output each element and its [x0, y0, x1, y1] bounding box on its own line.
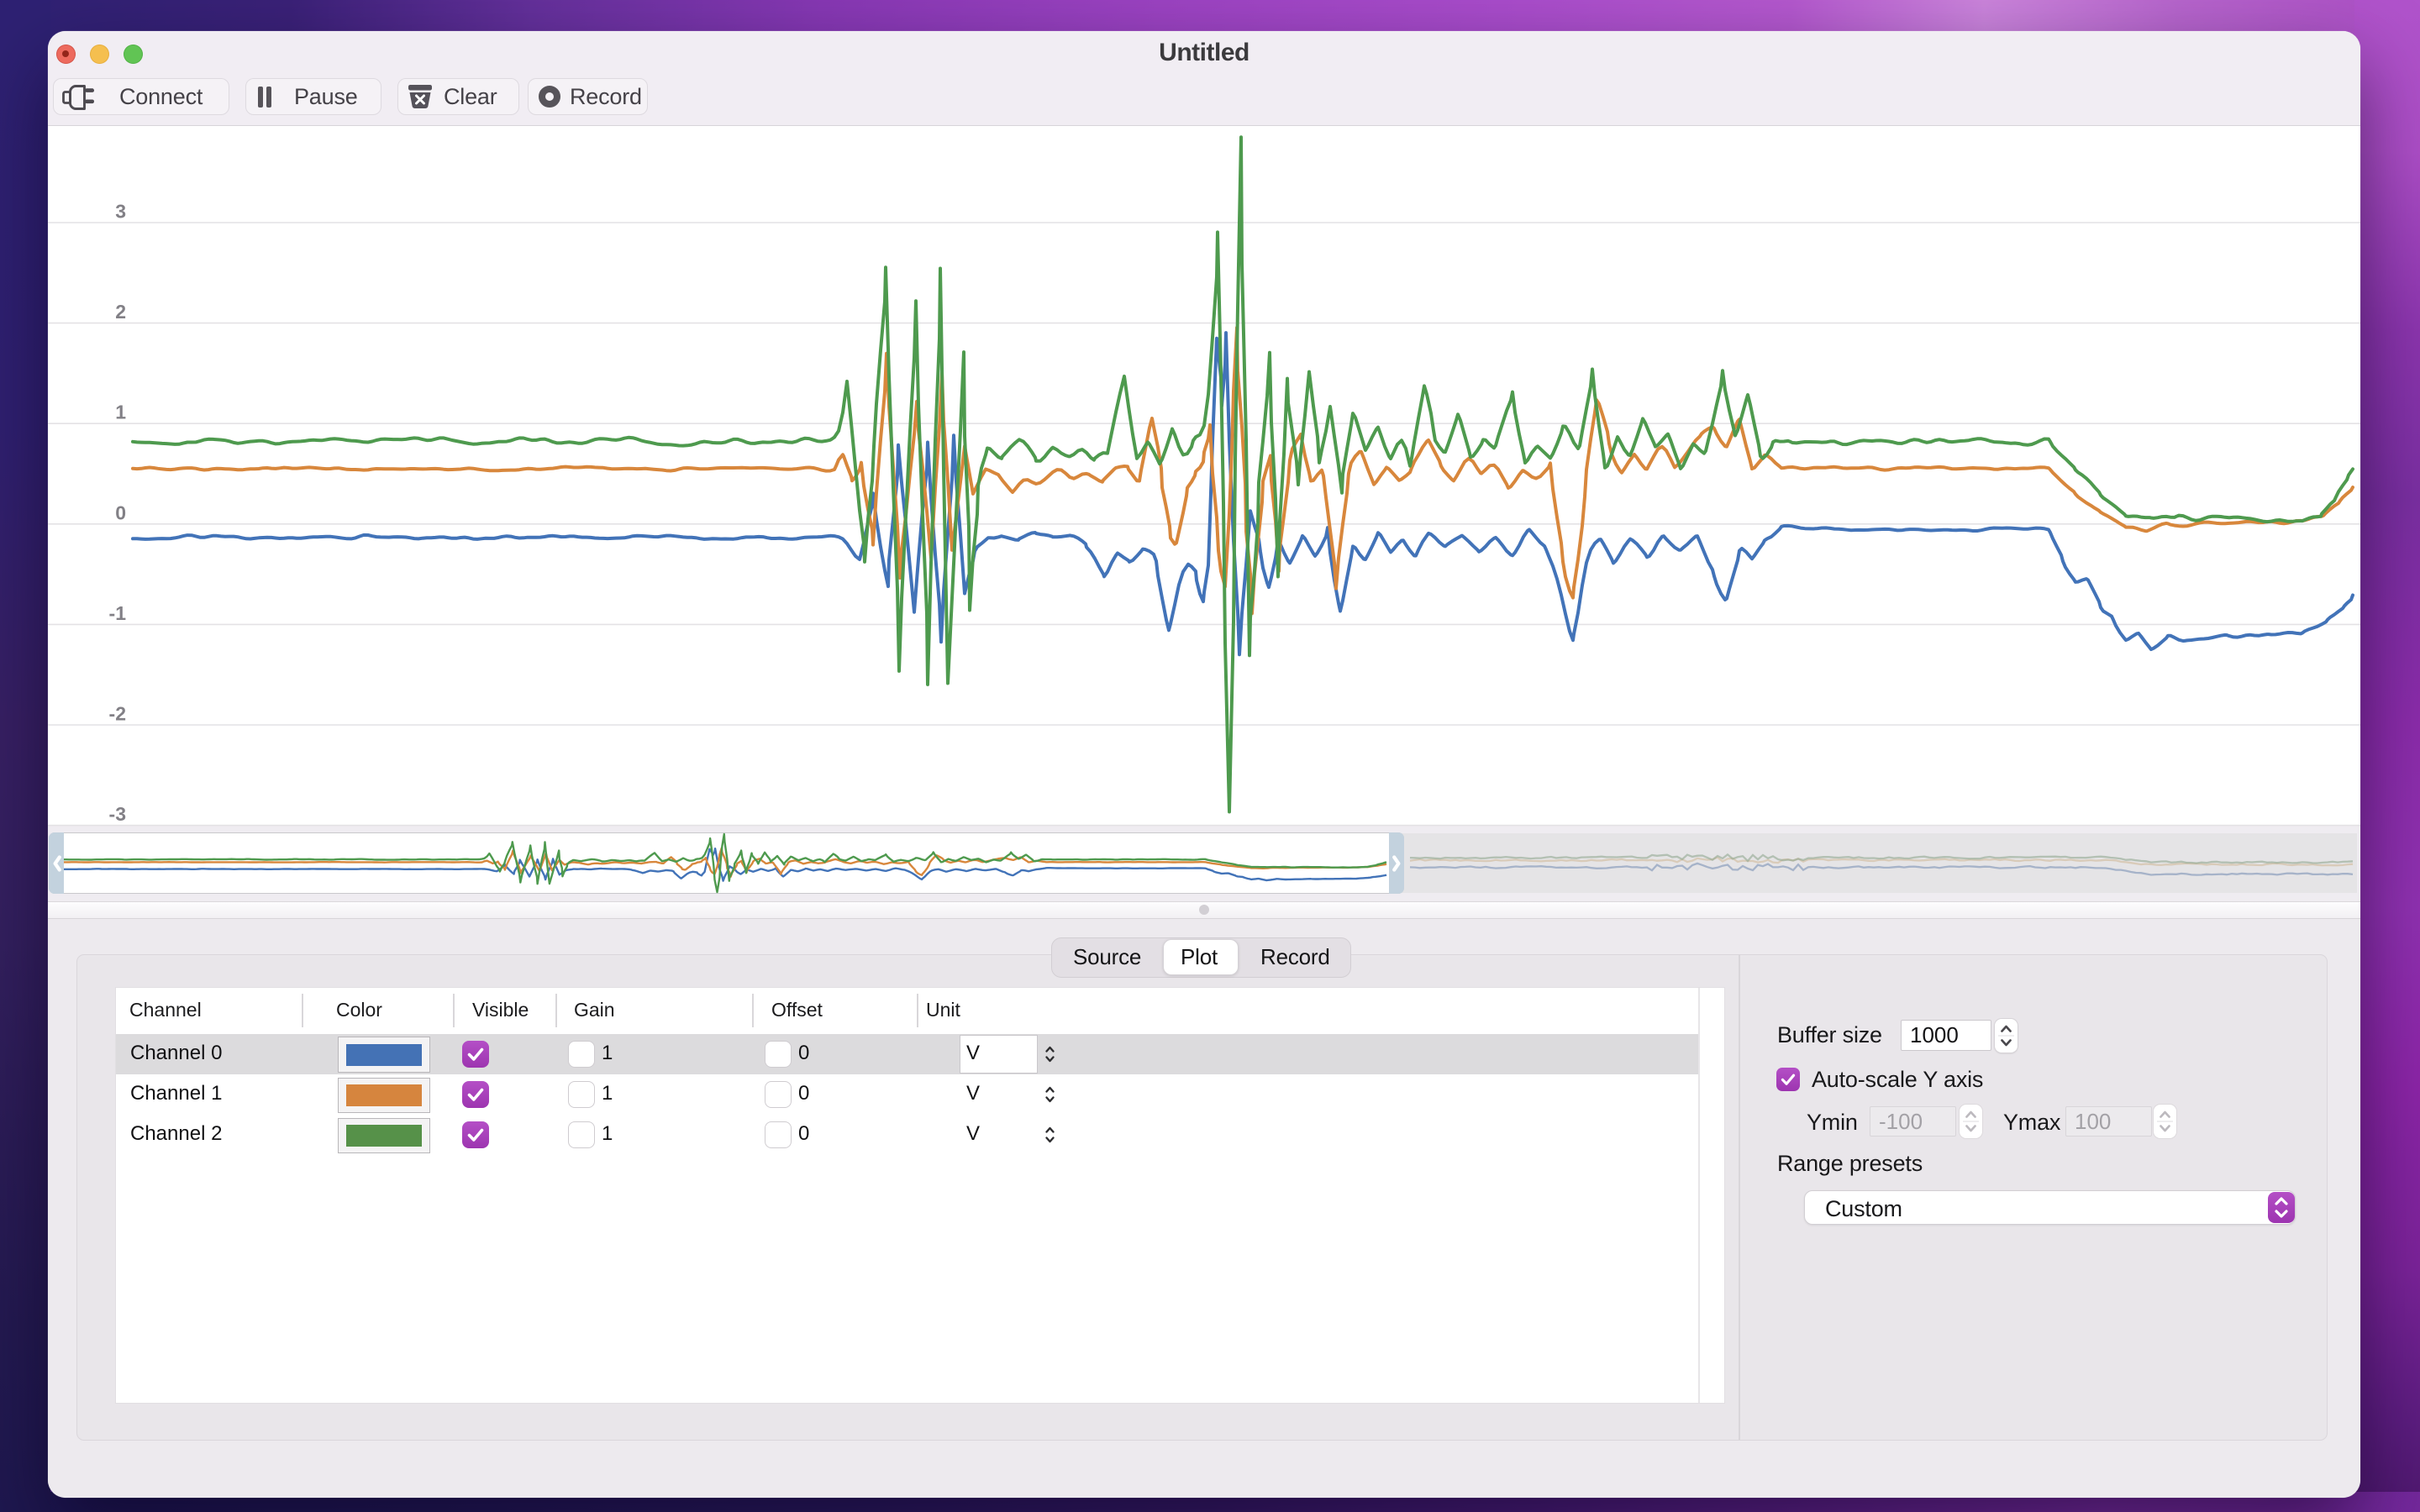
svg-text:2: 2	[115, 301, 126, 323]
svg-text:-1: -1	[109, 602, 127, 624]
svg-text:-2: -2	[109, 703, 126, 725]
svg-text:-3: -3	[109, 803, 126, 825]
svg-text:3: 3	[115, 201, 126, 223]
svg-text:1: 1	[115, 402, 126, 423]
svg-text:0: 0	[115, 501, 126, 523]
